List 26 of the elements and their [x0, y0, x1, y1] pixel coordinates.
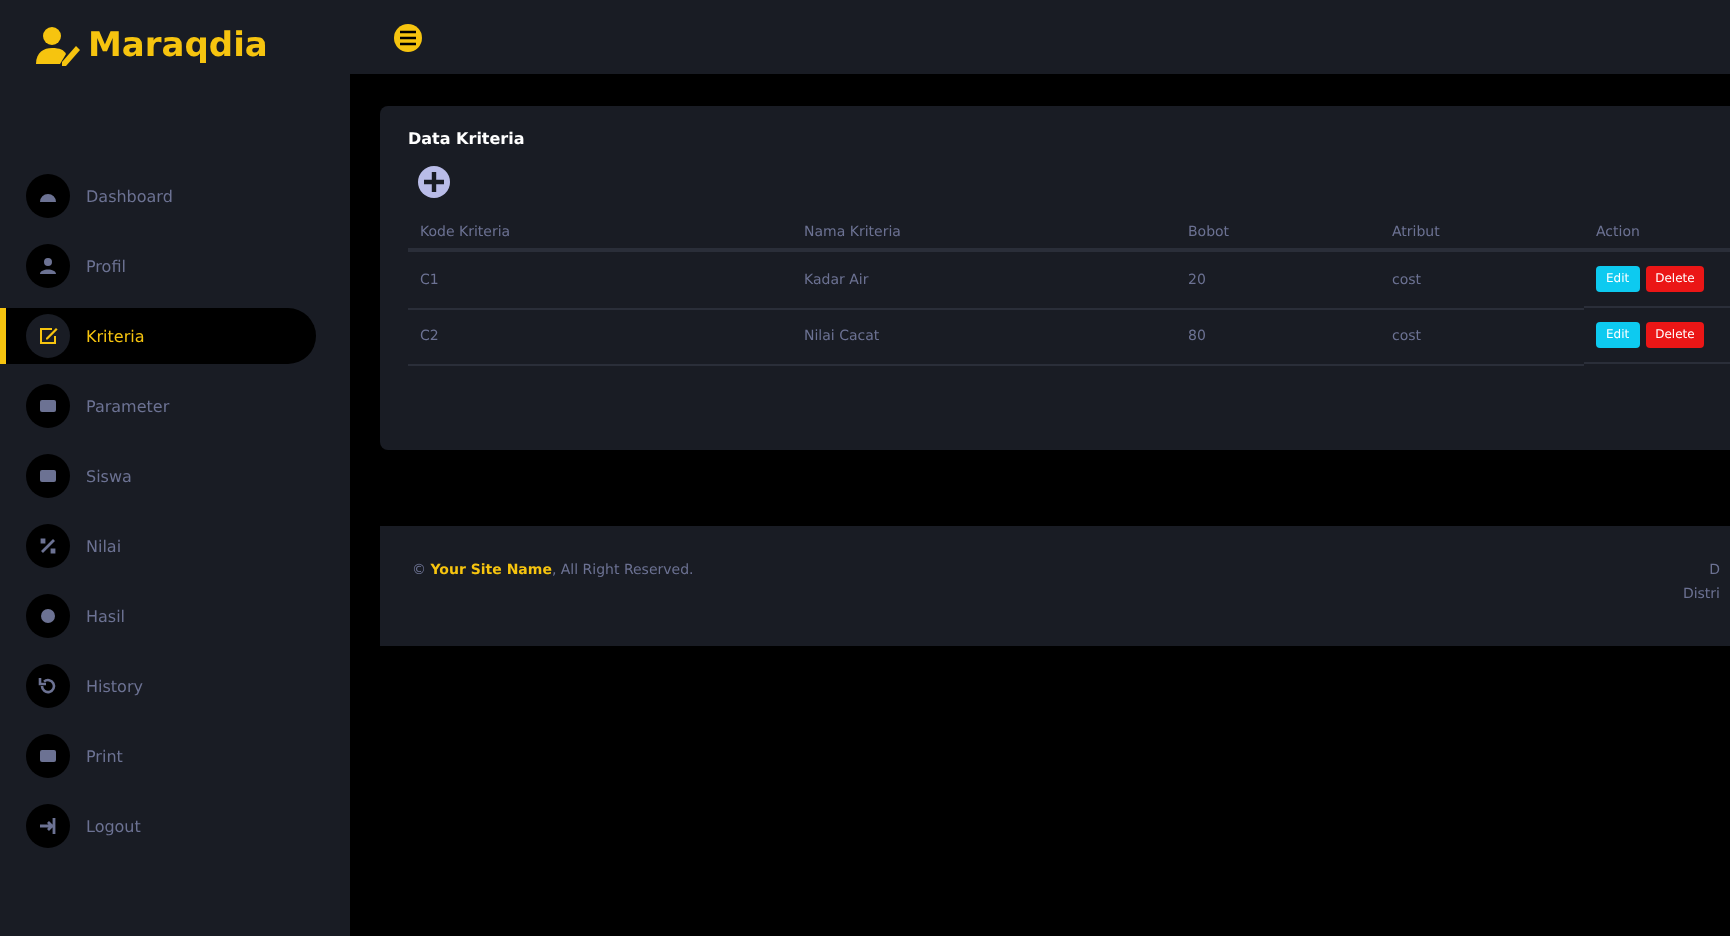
- brand-logo[interactable]: Maraqdia: [88, 26, 268, 66]
- sidebar-item[interactable]: History: [0, 658, 260, 714]
- sidebar-item[interactable]: Nilai: [0, 518, 260, 574]
- add-icon[interactable]: [416, 164, 452, 200]
- menu-icon: [26, 454, 70, 498]
- menu-icon: [26, 244, 70, 288]
- sidebar-item[interactable]: Hasil: [0, 588, 260, 644]
- menu-icon: [26, 174, 70, 218]
- menu-icon: [26, 314, 70, 358]
- sidebar-item[interactable]: Siswa: [0, 448, 260, 504]
- sidebar-item[interactable]: Parameter: [0, 378, 260, 434]
- menu-icon: [26, 524, 70, 568]
- sidebar-item[interactable]: Kriteria: [0, 308, 316, 364]
- sidebar-item[interactable]: Dashboard: [0, 168, 260, 224]
- sidebar-item[interactable]: Logout: [0, 798, 260, 854]
- card-title: Data Kriteria: [408, 130, 525, 148]
- menu-icon: [26, 594, 70, 638]
- sidebar-item[interactable]: Profil: [0, 238, 260, 294]
- menu-icon: [400, 29, 416, 45]
- user-edit-icon: [36, 26, 80, 66]
- menu-icon: [26, 664, 70, 708]
- menu-toggle-button[interactable]: [394, 23, 422, 51]
- menu-icon: [26, 734, 70, 778]
- sidebar-item[interactable]: Print: [0, 728, 260, 784]
- menu-icon: [26, 804, 70, 848]
- menu-icon: [26, 384, 70, 428]
